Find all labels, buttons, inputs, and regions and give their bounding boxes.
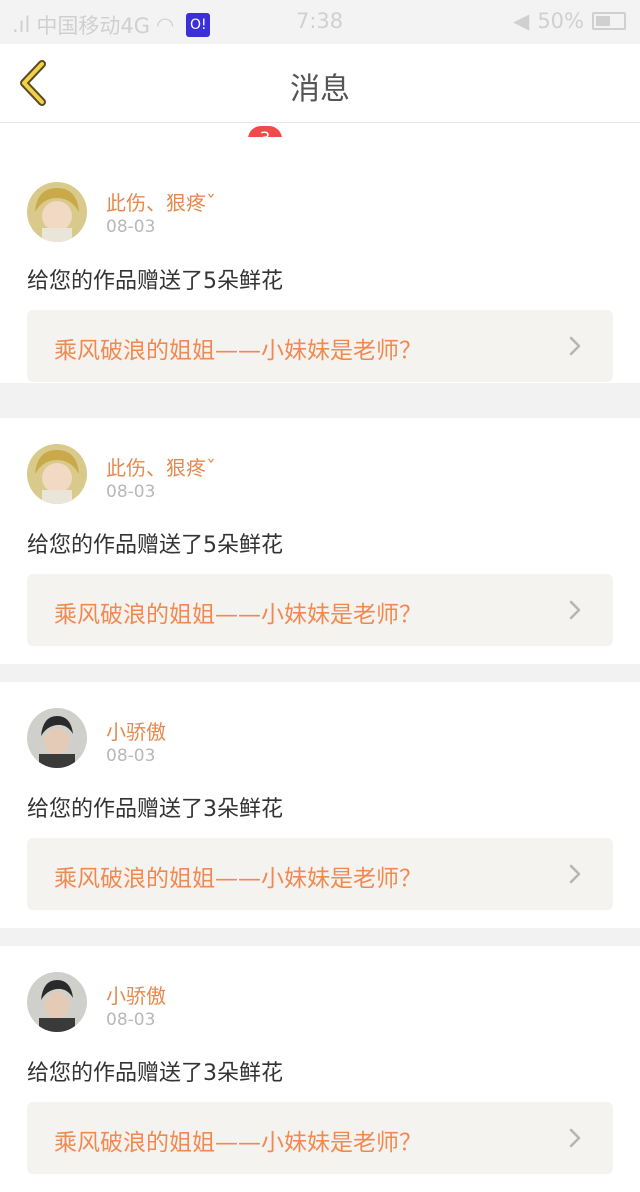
message-date: 08-03 [106, 217, 156, 237]
work-link[interactable]: 乘风破浪的姐姐——小妹妹是老师？ [27, 838, 613, 910]
mute-icon: ◀ [513, 9, 530, 33]
message-date: 08-03 [106, 482, 156, 502]
avatar[interactable] [27, 444, 87, 504]
avatar[interactable] [27, 708, 87, 768]
message-text: 给您的作品赠送了3朵鲜花 [27, 1061, 283, 1086]
battery-percent: 50% [537, 9, 584, 33]
message-text: 给您的作品赠送了5朵鲜花 [27, 533, 283, 558]
work-title: 乘风破浪的姐姐——小妹妹是老师？ [54, 866, 422, 892]
list-item: 小骄傲 08-03 给您的作品赠送了3朵鲜花 乘风破浪的姐姐——小妹妹是老师？ [0, 682, 640, 928]
chevron-right-icon [569, 864, 581, 884]
app-notification-icon: O! [186, 13, 211, 37]
avatar-image [27, 708, 87, 768]
status-right: ◀ 50% [513, 9, 626, 33]
list-item: 小骄傲 08-03 给您的作品赠送了3朵鲜花 乘风破浪的姐姐——小妹妹是老师？ [0, 946, 640, 1192]
username[interactable]: 小骄傲 [106, 980, 166, 1009]
avatar-image [27, 972, 87, 1032]
username[interactable]: 此伤、狠疼ˇ [106, 452, 216, 481]
message-date: 08-03 [106, 1010, 156, 1030]
username[interactable]: 此伤、狠疼ˇ [106, 187, 216, 216]
avatar[interactable] [27, 972, 87, 1032]
status-time: 7:38 [296, 9, 344, 33]
avatar-image [27, 444, 87, 504]
status-left: .ıl 中国移动4G ◠ O! [12, 10, 211, 40]
chevron-right-icon [569, 600, 581, 620]
page-title: 消息 [290, 72, 350, 107]
list-item: 此伤、狠疼ˇ 08-03 给您的作品赠送了5朵鲜花 乘风破浪的姐姐——小妹妹是老… [0, 418, 640, 664]
status-bar: .ıl 中国移动4G ◠ O! 7:38 ◀ 50% [0, 0, 640, 44]
work-link[interactable]: 乘风破浪的姐姐——小妹妹是老师？ [27, 310, 613, 382]
signal-icon: .ıl [12, 13, 31, 37]
message-text: 给您的作品赠送了3朵鲜花 [27, 797, 283, 822]
chevron-right-icon [569, 1128, 581, 1148]
work-title: 乘风破浪的姐姐——小妹妹是老师？ [54, 338, 422, 364]
username[interactable]: 小骄傲 [106, 716, 166, 745]
work-link[interactable]: 乘风破浪的姐姐——小妹妹是老师？ [27, 1102, 613, 1174]
work-link[interactable]: 乘风破浪的姐姐——小妹妹是老师？ [27, 574, 613, 646]
header: 消息 [0, 44, 640, 123]
carrier-label: 中国移动4G [36, 14, 150, 38]
avatar-image [27, 182, 87, 242]
work-title: 乘风破浪的姐姐——小妹妹是老师？ [54, 602, 422, 628]
message-text: 给您的作品赠送了5朵鲜花 [27, 269, 283, 294]
work-title: 乘风破浪的姐姐——小妹妹是老师？ [54, 1130, 422, 1156]
chevron-right-icon [569, 336, 581, 356]
message-date: 08-03 [106, 746, 156, 766]
avatar[interactable] [27, 182, 87, 242]
wifi-icon: ◠ [156, 13, 175, 37]
battery-icon [592, 12, 626, 30]
list-item: 此伤、狠疼ˇ 08-03 给您的作品赠送了5朵鲜花 乘风破浪的姐姐——小妹妹是老… [0, 137, 640, 383]
